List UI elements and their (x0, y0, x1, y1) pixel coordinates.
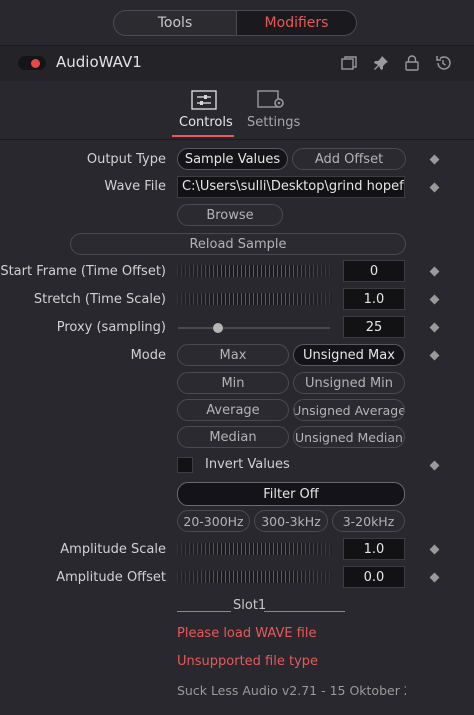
wave-file-input[interactable]: C:\Users\sulli\Desktop\grind hopefu (177, 176, 405, 198)
output-type-sample-values[interactable]: Sample Values (177, 148, 288, 170)
mode-label: Mode (130, 348, 166, 363)
filter-band-mid[interactable]: 300-3kHz (254, 510, 328, 532)
slot-divider-left (177, 611, 231, 612)
enabled-dot (31, 59, 40, 68)
tab-controls[interactable]: Controls (179, 115, 233, 130)
proxy-slider-handle[interactable] (213, 323, 223, 333)
filter-band-high[interactable]: 3-20kHz (332, 510, 405, 532)
tab-modifiers[interactable]: Modifiers (236, 10, 357, 36)
pin-icon[interactable] (372, 54, 390, 72)
tab-settings[interactable]: Settings (247, 115, 300, 130)
proxy-label: Proxy (sampling) (56, 320, 166, 335)
mode-min[interactable]: Min (177, 372, 289, 394)
top-tab-bar: Tools Modifiers (0, 0, 474, 44)
reset-icon[interactable] (434, 54, 452, 72)
amplitude-scale-jog-wheel[interactable] (177, 543, 332, 555)
invert-values-label: Invert Values (205, 457, 290, 472)
start-frame-label: Start Frame (Time Offset) (0, 264, 166, 279)
lock-icon[interactable] (403, 54, 421, 72)
proxy-slider-track[interactable] (178, 327, 330, 329)
amplitude-offset-input[interactable]: 0.0 (343, 566, 405, 588)
sliders-icon[interactable] (191, 90, 217, 110)
stretch-jog-wheel[interactable] (177, 293, 332, 305)
output-type-label: Output Type (86, 152, 166, 167)
warning-load-wave: Please load WAVE file (177, 626, 317, 641)
slot-label: Slot1 (233, 598, 267, 613)
invert-values-checkbox[interactable] (177, 457, 193, 473)
browse-button[interactable]: Browse (177, 204, 283, 226)
filter-off-button[interactable]: Filter Off (177, 482, 405, 506)
tool-enable-toggle[interactable] (18, 56, 46, 70)
amplitude-offset-label: Amplitude Offset (56, 570, 166, 585)
mode-unsigned-median[interactable]: Unsigned Median (293, 426, 405, 448)
active-tab-indicator (172, 135, 234, 137)
amplitude-scale-label: Amplitude Scale (60, 542, 166, 557)
start-frame-input[interactable]: 0 (343, 260, 405, 282)
inspector-tab-bar (0, 82, 474, 140)
slot-divider-right (264, 611, 345, 612)
copy-icon[interactable] (340, 54, 358, 72)
amplitude-offset-jog-wheel[interactable] (177, 571, 332, 583)
mode-unsigned-average[interactable]: Unsigned Average (293, 399, 405, 421)
mode-median[interactable]: Median (177, 426, 289, 448)
wave-file-label: Wave File (104, 179, 166, 194)
gear-icon[interactable] (257, 90, 284, 110)
reload-sample-button[interactable]: Reload Sample (70, 233, 406, 255)
tool-name: AudioWAV1 (56, 53, 142, 71)
version-text: Suck Less Audio v2.71 - 15 Oktober 2020 (177, 683, 406, 698)
warning-unsupported-type: Unsupported file type (177, 654, 319, 669)
amplitude-scale-input[interactable]: 1.0 (343, 538, 405, 560)
mode-average[interactable]: Average (177, 399, 289, 421)
output-type-add-offset[interactable]: Add Offset (292, 148, 406, 170)
stretch-label: Stretch (Time Scale) (33, 292, 166, 307)
tab-tools[interactable]: Tools (113, 10, 237, 36)
mode-unsigned-min[interactable]: Unsigned Min (293, 372, 405, 394)
mode-max[interactable]: Max (177, 344, 289, 366)
proxy-input[interactable]: 25 (343, 316, 405, 338)
filter-band-low[interactable]: 20-300Hz (177, 510, 250, 532)
stretch-input[interactable]: 1.0 (343, 288, 405, 310)
mode-unsigned-max[interactable]: Unsigned Max (293, 344, 405, 366)
start-frame-jog-wheel[interactable] (177, 265, 332, 277)
